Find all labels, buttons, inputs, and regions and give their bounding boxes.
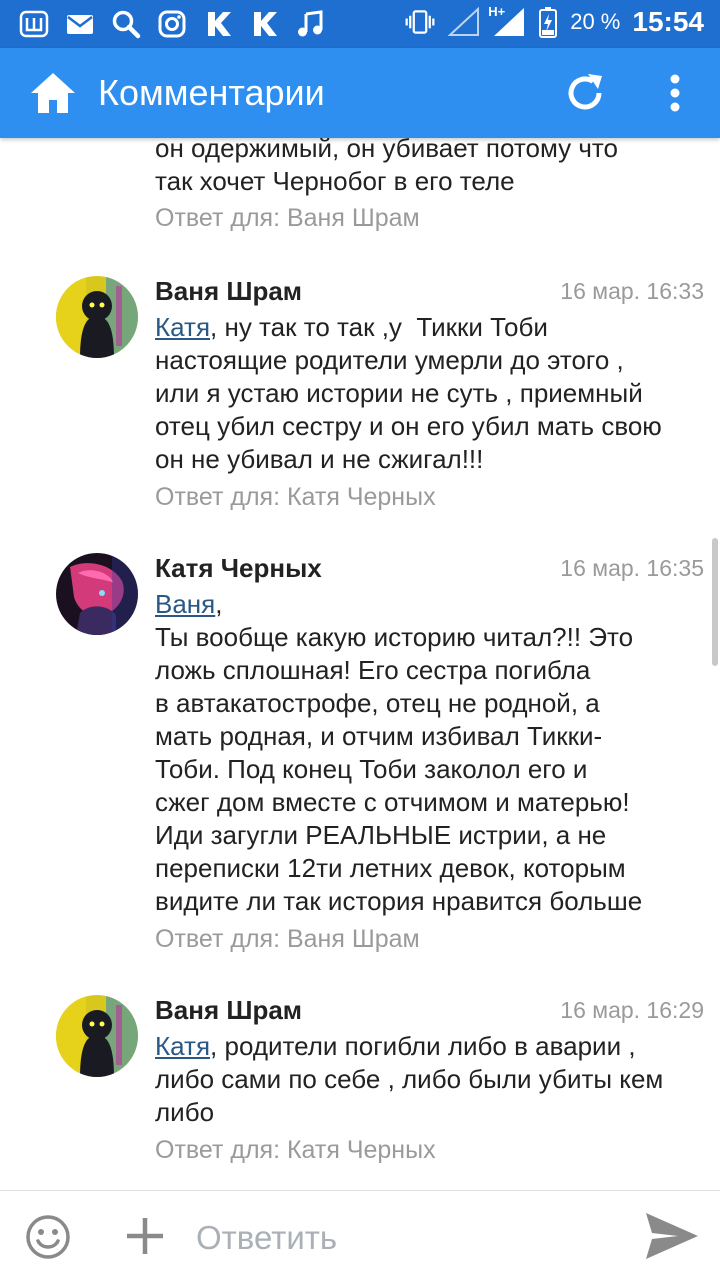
comment-line: либо сами по себе , либо были убиты кем — [155, 1064, 664, 1094]
comment-line: Катя, ну так то так ,у Тикки Тоби — [155, 311, 705, 344]
comment-line: он одержимый, он убивает потому что — [155, 138, 618, 163]
comment-author[interactable]: Катя Черных — [155, 553, 322, 584]
comment-line: мать родная, и отчим избивал Тикки- — [155, 721, 603, 751]
battery-charging-icon — [538, 6, 558, 38]
vibrate-icon — [404, 6, 436, 38]
avatar[interactable] — [56, 276, 138, 358]
comment-line-text: , ну так то так ,у Тикки Тоби — [210, 312, 548, 342]
comment-line: сжег дом вместе с отчимом и матерью! — [155, 787, 630, 817]
status-bar: H+ 20 % 15:54 — [0, 0, 720, 48]
comment-line: Иди загугли РЕАЛЬНЫЕ истрии, а не — [155, 820, 607, 850]
comment-line: настоящие родители умерли до этого , — [155, 345, 624, 375]
comment-text: Ваня, Ты вообще какую историю читал?!! Э… — [155, 588, 705, 918]
clock: 15:54 — [632, 6, 704, 37]
comment-line: видите ли так история нравится больше — [155, 886, 643, 916]
scrollbar[interactable] — [712, 538, 718, 666]
mail-icon — [64, 8, 96, 40]
w-app-icon — [18, 8, 50, 40]
plus-icon[interactable] — [124, 1215, 166, 1257]
comment-line-text: , — [215, 589, 223, 619]
home-icon[interactable] — [28, 70, 78, 116]
comment-line: он не убивал и не сжигал!!! — [155, 444, 484, 474]
comment-line: ложь сплошная! Его сестра погибла — [155, 655, 591, 685]
app-toolbar: Комментарии — [0, 48, 720, 138]
reply-to-link[interactable]: Ответ для: Ваня Шрам — [155, 204, 705, 233]
comment-date: 16 мар. 16:33 — [560, 278, 704, 304]
avatar[interactable] — [56, 995, 138, 1077]
k-app-icon — [248, 8, 280, 40]
mention-link[interactable]: Катя — [155, 1031, 210, 1061]
k-app-icon — [202, 8, 234, 40]
comment-line: переписки 12ти летних девок, которым — [155, 853, 626, 883]
comment-date: 16 мар. 16:35 — [560, 555, 704, 581]
network-type-label: H+ — [488, 4, 506, 19]
comment-author[interactable]: Ваня Шрам — [155, 995, 302, 1026]
emoji-icon[interactable] — [24, 1213, 72, 1261]
comment-line: Катя, родители погибли либо в аварии , — [155, 1030, 705, 1063]
comment-text: Катя, родители погибли либо в аварии , л… — [155, 1030, 705, 1129]
notification-icons — [18, 8, 326, 40]
comments-list[interactable]: он одержимый, он убивает потому что так … — [0, 138, 720, 1190]
reply-input[interactable]: Ответить — [196, 1219, 337, 1257]
reply-to-link[interactable]: Ответ для: Катя Черных — [155, 483, 705, 512]
comment-line: в автакатострофе, отец не родной, а — [155, 688, 600, 718]
signal-icon — [448, 6, 480, 38]
comment-line: Ваня, — [155, 588, 705, 621]
comment-text: Катя, ну так то так ,у Тикки Тоби настоя… — [155, 311, 705, 476]
system-indicators: H+ 20 % 15:54 — [404, 4, 704, 38]
comment-line: отец убил сестру и он его убил мать свою — [155, 411, 662, 441]
comment-date: 16 мар. 16:29 — [560, 997, 704, 1023]
music-icon — [294, 8, 326, 40]
comment-line: Ты вообще какую историю читал?!! Это — [155, 622, 634, 652]
page-title: Комментарии — [98, 72, 325, 113]
comment-author[interactable]: Ваня Шрам — [155, 276, 302, 307]
comment-line: Тоби. Под конец Тоби заколол его и — [155, 754, 588, 784]
avatar[interactable] — [56, 553, 138, 635]
mention-link[interactable]: Ваня — [155, 589, 215, 619]
reply-to-link[interactable]: Ответ для: Катя Черных — [155, 1136, 705, 1165]
comment-line: либо — [155, 1097, 215, 1127]
signal-hplus-icon: H+ — [488, 4, 526, 38]
reply-composer: Ответить — [0, 1190, 720, 1281]
comment-line: или я устаю истории не суть , приемный — [155, 378, 643, 408]
refresh-icon[interactable] — [562, 70, 608, 116]
comment-line-text: , родители погибли либо в аварии , — [210, 1031, 636, 1061]
comment-line: так хочет Чернобог в его теле — [155, 166, 515, 196]
reply-to-link[interactable]: Ответ для: Ваня Шрам — [155, 925, 705, 954]
more-vert-icon[interactable] — [658, 70, 692, 116]
instagram-icon — [156, 8, 188, 40]
comment-text: он одержимый, он убивает потому что так … — [155, 138, 705, 198]
mention-link[interactable]: Катя — [155, 312, 210, 342]
battery-percent: 20 % — [570, 9, 621, 34]
send-icon[interactable] — [644, 1211, 700, 1261]
search-icon — [110, 8, 142, 40]
